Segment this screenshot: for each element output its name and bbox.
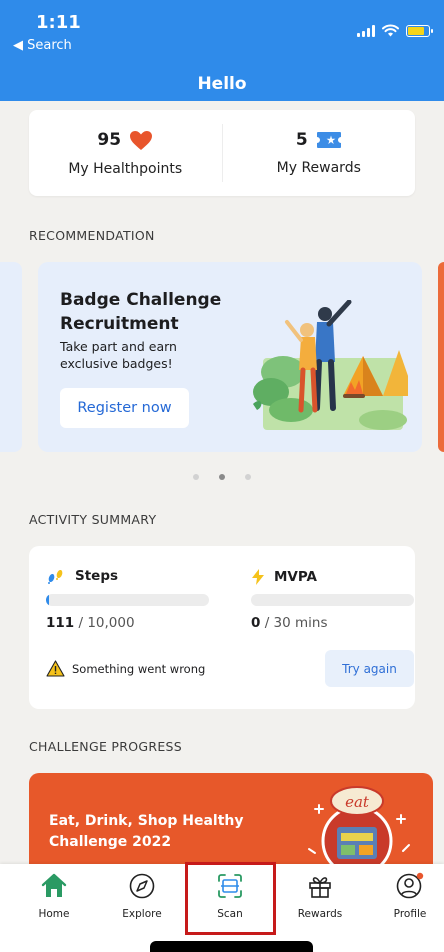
summary-card: 95 My Healthpoints 5 My Rewards	[29, 110, 415, 196]
warning-icon	[46, 660, 65, 677]
mvpa-progress-bar	[251, 594, 414, 606]
challenge-badge-illustration: eat	[308, 786, 410, 873]
carousel-dot[interactable]	[193, 474, 199, 480]
activity-summary-card: Steps 111 / 10,000 MVPA 0 / 30 mins Some…	[29, 546, 415, 709]
status-time: 1:11	[36, 12, 81, 33]
steps-progress-fill	[46, 594, 50, 606]
try-again-button[interactable]: Try again	[325, 650, 414, 687]
nav-home[interactable]: Home	[14, 872, 94, 920]
page-title: Hello	[197, 74, 247, 94]
steps-header: Steps	[46, 568, 118, 584]
heart-icon	[130, 130, 153, 150]
previous-card-peek[interactable]	[0, 262, 22, 452]
steps-current: 111	[46, 615, 75, 631]
steps-count: 111 / 10,000	[46, 615, 135, 631]
home-indicator	[150, 941, 313, 952]
signal-icon	[357, 24, 375, 37]
carousel-dot[interactable]	[245, 474, 251, 480]
gift-icon	[309, 877, 331, 898]
nav-profile-label: Profile	[393, 908, 427, 920]
steps-label: Steps	[75, 568, 119, 584]
healthpoints-label: My Healthpoints	[68, 160, 183, 177]
steps-goal: / 10,000	[74, 615, 135, 631]
nav-explore[interactable]: Explore	[102, 872, 182, 920]
rewards-label: My Rewards	[276, 160, 361, 176]
scan-highlight-box	[185, 862, 276, 935]
mvpa-count: 0 / 30 mins	[251, 615, 328, 631]
carousel-pagination	[0, 474, 444, 480]
steps-progress-bar	[46, 594, 209, 606]
status-icons	[357, 24, 433, 37]
error-text: Something went wrong	[72, 661, 206, 676]
lightning-icon	[252, 569, 264, 585]
register-now-button[interactable]: Register now	[60, 388, 189, 428]
nav-profile[interactable]: Profile	[370, 872, 444, 920]
footsteps-icon	[48, 569, 63, 584]
nav-rewards[interactable]: Rewards	[280, 872, 360, 920]
challenge-title: Eat, Drink, Shop Healthy Challenge 2022	[49, 813, 244, 850]
profile-icon	[396, 872, 424, 899]
camping-illustration	[253, 300, 408, 430]
badge-text: eat	[345, 793, 370, 811]
next-card-peek[interactable]	[438, 262, 444, 452]
promo-title: Badge Challenge Recruitment	[60, 290, 222, 334]
challenge-card[interactable]: Eat, Drink, Shop Healthy Challenge 2022 …	[29, 773, 433, 873]
recommendation-heading: RECOMMENDATION	[29, 228, 155, 243]
nav-rewards-label: Rewards	[297, 908, 343, 920]
nav-explore-label: Explore	[122, 908, 162, 920]
badge-challenge-card[interactable]: Badge Challenge Recruitment Take part an…	[38, 262, 422, 452]
rewards-value: 5	[295, 130, 308, 150]
ticket-icon	[316, 132, 341, 148]
battery-icon	[406, 24, 433, 37]
mvpa-current: 0	[251, 615, 261, 631]
rewards-cell[interactable]: 5 My Rewards	[223, 110, 416, 196]
challenge-progress-heading: CHALLENGE PROGRESS	[29, 739, 183, 754]
wifi-icon	[382, 24, 399, 37]
promo-subtitle: Take part and earn exclusive badges!	[60, 339, 177, 371]
healthpoints-value: 95	[97, 130, 122, 150]
mvpa-header: MVPA	[251, 568, 317, 586]
mvpa-goal: / 30 mins	[260, 615, 328, 631]
carousel-dot-active[interactable]	[219, 474, 225, 480]
mvpa-label: MVPA	[274, 569, 317, 585]
back-to-search-link[interactable]: ◀ Search	[13, 38, 72, 53]
compass-icon	[129, 873, 155, 899]
nav-home-label: Home	[38, 908, 70, 920]
activity-summary-heading: ACTIVITY SUMMARY	[29, 512, 157, 527]
error-message: Something went wrong	[46, 660, 205, 677]
app-header: 1:11 ◀ Search Hello	[0, 0, 444, 101]
healthpoints-cell[interactable]: 95 My Healthpoints	[29, 110, 222, 196]
home-icon	[41, 873, 67, 897]
